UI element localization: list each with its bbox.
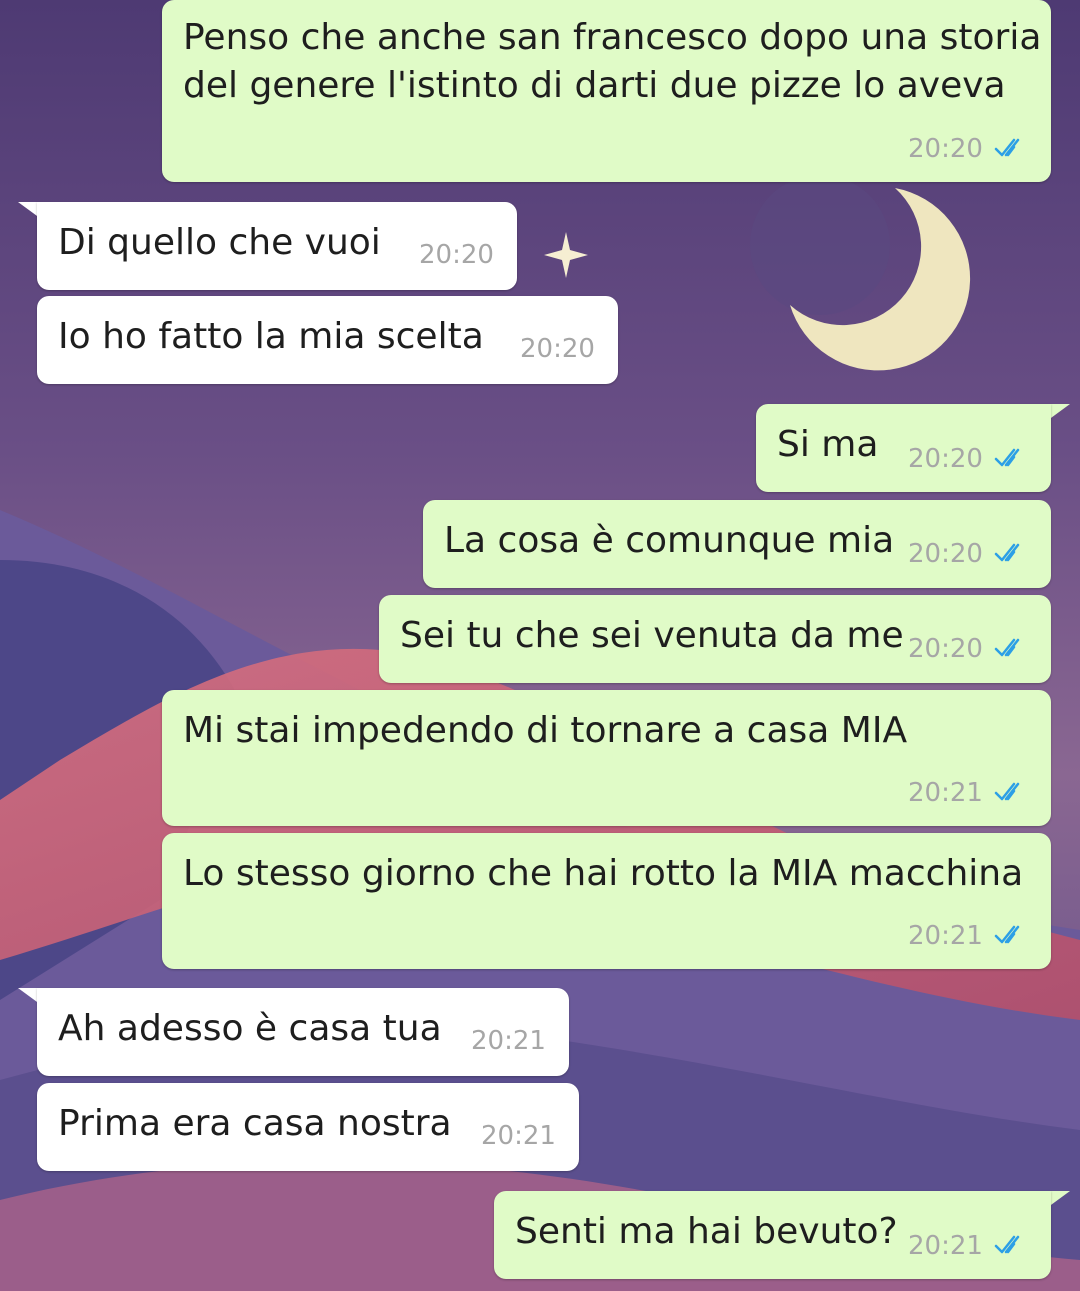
message-bubble-outgoing[interactable]: Mi stai impedendo di tornare a casa MIA … [162, 690, 1051, 826]
message-text: La cosa è comunque mia [444, 520, 895, 561]
message-text: Mi stai impedendo di tornare a casa MIA [183, 710, 908, 751]
message-text: Sei tu che sei venuta da me [400, 615, 904, 656]
message-bubble-outgoing[interactable]: Si ma 20:20 [756, 404, 1051, 492]
read-double-check-icon [994, 543, 1020, 562]
message-time: 20:20 [908, 634, 983, 664]
message-time: 20:20 [419, 240, 494, 270]
read-double-check-icon [994, 448, 1020, 467]
read-double-check-icon [994, 782, 1020, 801]
message-text: Senti ma hai bevuto? [515, 1211, 898, 1252]
message-bubble-outgoing[interactable]: Penso che anche san francesco dopo una s… [162, 0, 1051, 182]
message-text: Io ho fatto la mia scelta [58, 316, 484, 357]
message-bubble-incoming[interactable]: Prima era casa nostra 20:21 [37, 1083, 579, 1171]
message-text: Si ma [777, 424, 879, 465]
message-bubble-incoming[interactable]: Di quello che vuoi 20:20 [37, 202, 517, 290]
message-text: Prima era casa nostra [58, 1103, 452, 1144]
message-time: 20:20 [908, 134, 983, 164]
message-bubble-outgoing[interactable]: La cosa è comunque mia 20:20 [423, 500, 1051, 588]
message-text: del genere l'istinto di darti due pizze … [183, 65, 1006, 106]
read-double-check-icon [994, 925, 1020, 944]
message-text: Di quello che vuoi [58, 222, 381, 263]
message-time: 20:21 [908, 1231, 983, 1261]
chat-message-list[interactable]: Penso che anche san francesco dopo una s… [0, 0, 1080, 1291]
message-bubble-incoming[interactable]: Io ho fatto la mia scelta 20:20 [37, 296, 618, 384]
message-time: 20:21 [481, 1121, 556, 1151]
message-time: 20:20 [908, 539, 983, 569]
message-time: 20:21 [908, 921, 983, 951]
message-text: Penso che anche san francesco dopo una s… [183, 17, 1042, 58]
message-bubble-outgoing[interactable]: Lo stesso giorno che hai rotto la MIA ma… [162, 833, 1051, 969]
read-double-check-icon [994, 1235, 1020, 1254]
message-time: 20:20 [520, 334, 595, 364]
message-bubble-outgoing[interactable]: Sei tu che sei venuta da me 20:20 [379, 595, 1051, 683]
message-time: 20:20 [908, 444, 983, 474]
message-time: 20:21 [908, 778, 983, 808]
message-bubble-incoming[interactable]: Ah adesso è casa tua 20:21 [37, 988, 569, 1076]
message-bubble-outgoing[interactable]: Senti ma hai bevuto? 20:21 [494, 1191, 1051, 1279]
read-double-check-icon [994, 638, 1020, 657]
message-time: 20:21 [471, 1026, 546, 1056]
message-text: Ah adesso è casa tua [58, 1008, 442, 1049]
read-double-check-icon [994, 138, 1020, 157]
message-text: Lo stesso giorno che hai rotto la MIA ma… [183, 853, 1024, 894]
